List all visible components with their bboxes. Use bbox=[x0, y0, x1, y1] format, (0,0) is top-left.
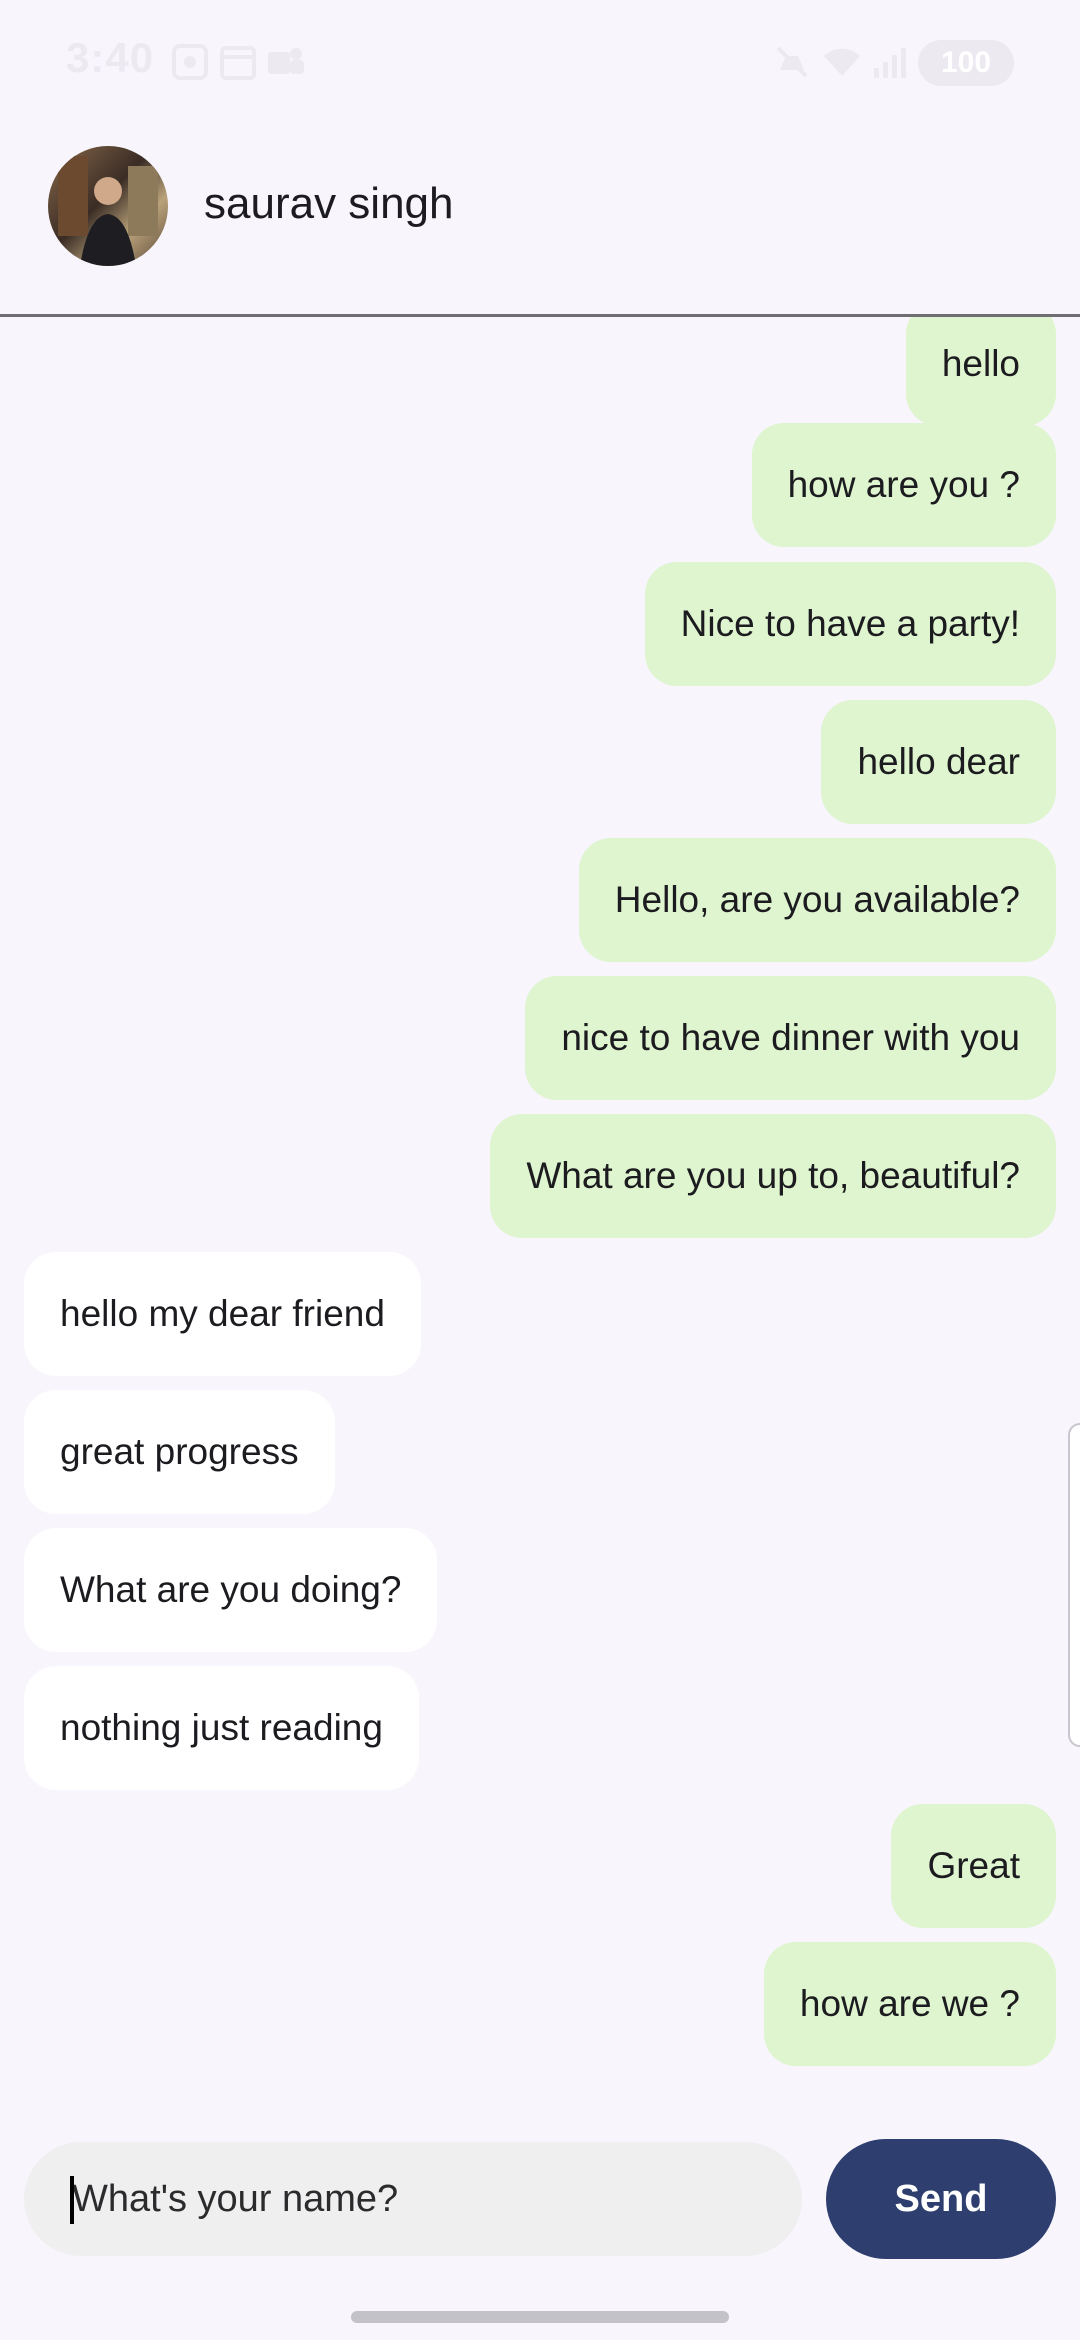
message-bubble-received[interactable]: nothing just reading bbox=[24, 1666, 419, 1790]
avatar-photo-icon bbox=[58, 156, 158, 266]
calendar-icon bbox=[220, 46, 256, 80]
message-bubble-sent[interactable]: Hello, are you available? bbox=[578, 838, 1056, 962]
chat-header: saurav singh bbox=[0, 126, 1080, 317]
screenshot-icon bbox=[172, 44, 208, 80]
teams-icon bbox=[268, 48, 304, 74]
signal-icon bbox=[874, 48, 906, 78]
contact-name[interactable]: saurav singh bbox=[204, 179, 453, 229]
avatar[interactable] bbox=[48, 146, 168, 266]
battery-level: 100 bbox=[940, 46, 992, 79]
message-bubble-sent[interactable]: Great bbox=[891, 1804, 1056, 1928]
message-bubble-sent[interactable]: hello bbox=[905, 317, 1056, 426]
message-input[interactable] bbox=[24, 2142, 802, 2256]
scroll-handle[interactable] bbox=[1068, 1423, 1080, 1747]
message-bubble-sent[interactable]: how are we ? bbox=[763, 1942, 1056, 2066]
battery-indicator: 100 bbox=[918, 40, 1014, 86]
message-bubble-received[interactable]: What are you doing? bbox=[24, 1528, 438, 1652]
message-bubble-sent[interactable]: What are you up to, beautiful? bbox=[490, 1114, 1056, 1238]
home-indicator[interactable] bbox=[351, 2311, 729, 2323]
wifi-icon bbox=[824, 48, 860, 76]
message-bubble-sent[interactable]: nice to have dinner with you bbox=[525, 976, 1056, 1100]
mute-icon bbox=[776, 46, 808, 78]
status-bar: 3:40 100 bbox=[0, 0, 1080, 126]
status-time: 3:40 bbox=[66, 34, 155, 81]
message-list[interactable]: hello how are you ? Nice to have a party… bbox=[0, 317, 1080, 2097]
message-bubble-received[interactable]: great progress bbox=[24, 1390, 335, 1514]
message-bubble-sent[interactable]: hello dear bbox=[821, 700, 1056, 824]
send-button[interactable]: Send bbox=[826, 2139, 1056, 2259]
message-bubble-sent[interactable]: how are you ? bbox=[751, 423, 1056, 547]
message-bubble-sent[interactable]: Nice to have a party! bbox=[644, 562, 1056, 686]
message-bubble-received[interactable]: hello my dear friend bbox=[24, 1252, 421, 1376]
text-cursor bbox=[70, 2176, 74, 2224]
